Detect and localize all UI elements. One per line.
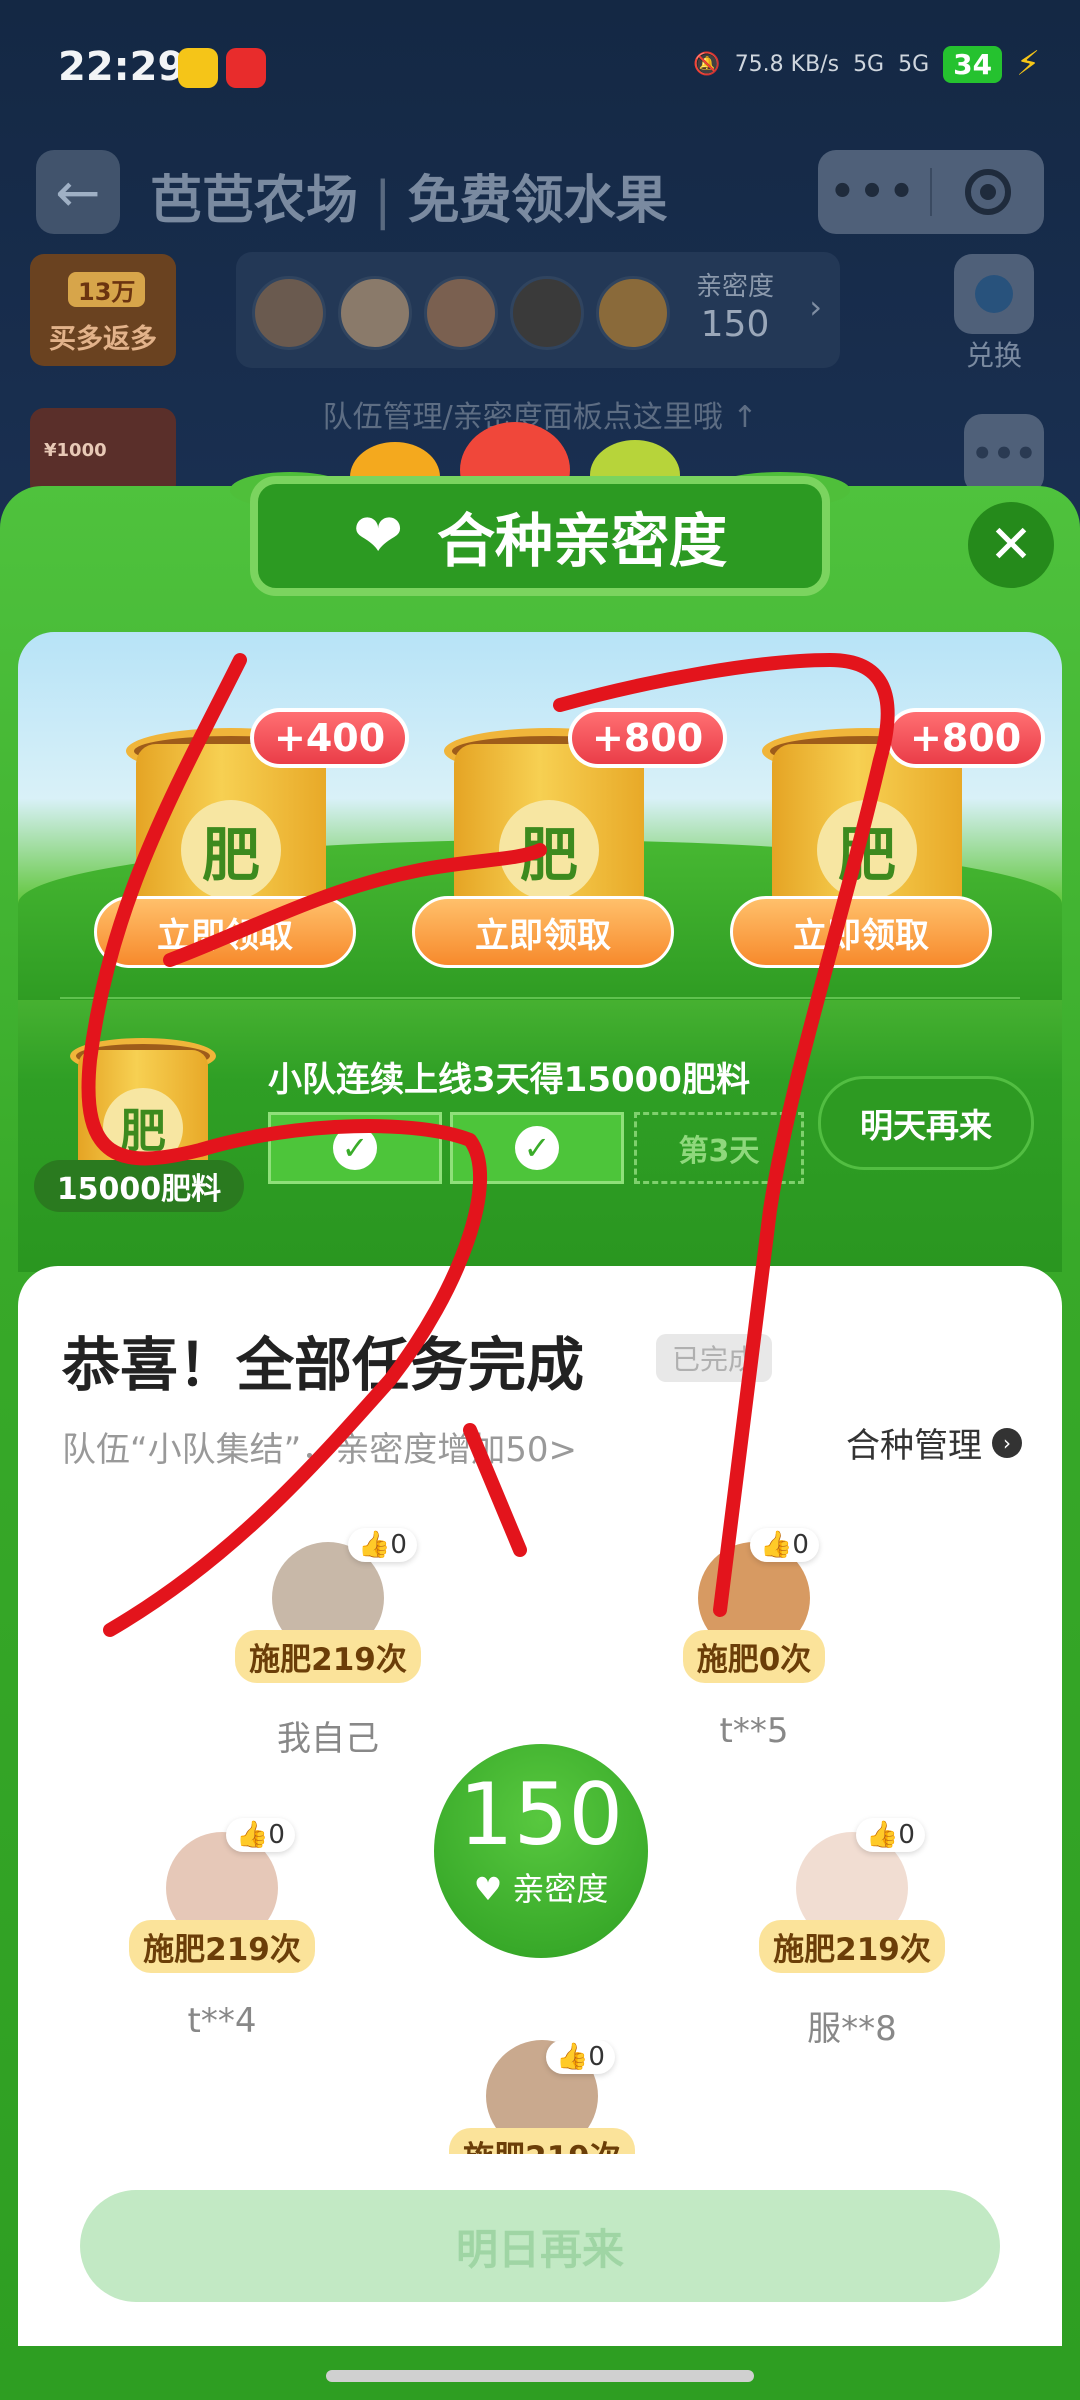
miniapp-capsule: ••• xyxy=(818,150,1044,234)
signal-2: 5G xyxy=(898,51,930,77)
fertilize-count: 施肥219次 xyxy=(449,2128,635,2154)
claim-button[interactable]: 立即领取 xyxy=(412,896,674,968)
intimacy-mini-label: 亲密度 xyxy=(696,272,775,302)
bonus-badge: +800 xyxy=(886,708,1046,768)
member-t5[interactable]: 👍0 施肥0次 t**5 xyxy=(654,1528,854,1751)
complete-title: 恭喜！全部任务完成 xyxy=(62,1331,585,1399)
check-icon: ✓ xyxy=(333,1126,377,1170)
home-indicator[interactable] xyxy=(326,2370,754,2382)
come-back-tomorrow-button[interactable]: 明天再来 xyxy=(818,1076,1034,1170)
intimacy-mini: 亲密度 150 xyxy=(696,272,774,346)
streak-title: 小队连续上线3天得15000肥料 xyxy=(268,1060,750,1100)
fertilizer-bucket-icon: 肥 xyxy=(103,1088,183,1168)
battery-icon: 34 xyxy=(943,45,1003,83)
intimacy-mini-value: 150 xyxy=(700,304,770,346)
thumbs-up-icon[interactable]: 👍0 xyxy=(348,1528,417,1562)
intimacy-value: 150 xyxy=(458,1765,624,1865)
reward-card-3: 肥 +800 立即领取 xyxy=(722,700,1046,970)
avatar xyxy=(510,276,584,350)
avatar xyxy=(596,276,670,350)
reward-card-1: 肥 +400 立即领取 xyxy=(86,700,410,970)
team-manage-link[interactable]: 合种管理 › xyxy=(846,1418,1022,1467)
netease-app-icon xyxy=(226,48,266,88)
team-intimacy-line[interactable]: 队伍“小队集结”，亲密度增加50> xyxy=(62,1422,577,1471)
fertilizer-bucket-icon: 肥 xyxy=(499,800,599,900)
member-fu8[interactable]: 👍0 施肥219次 服**8 xyxy=(752,1818,952,2050)
thumbs-up-icon[interactable]: 👍0 xyxy=(546,2040,615,2074)
fertilize-count: 施肥0次 xyxy=(682,1630,826,1683)
title-sub: 免费领水果 xyxy=(407,171,668,231)
member-name: t**4 xyxy=(187,2001,257,2041)
thumbs-up-icon[interactable]: 👍0 xyxy=(226,1818,295,1852)
member-t4[interactable]: 👍0 施肥219次 t**4 xyxy=(122,1818,322,2041)
title-main: 芭芭农场 xyxy=(150,171,359,231)
streak-amount: 15000肥料 xyxy=(34,1160,244,1212)
more-dots-icon[interactable]: ••• xyxy=(818,169,930,215)
fertilizer-bucket-icon: 肥 xyxy=(817,800,917,900)
intimacy-label: ♥ 亲密度 xyxy=(473,1870,609,1908)
bonus-badge: +800 xyxy=(568,708,728,768)
promo-1-amount: 13万 xyxy=(68,272,146,307)
target-icon[interactable] xyxy=(932,169,1044,215)
net-speed: 75.8 KB/s xyxy=(734,51,840,77)
claim-button[interactable]: 立即领取 xyxy=(94,896,356,968)
signal-1: 5G xyxy=(853,51,885,77)
heart-icon: ❤ xyxy=(352,501,404,571)
promo-card-1[interactable]: 13万 买多返多 xyxy=(30,254,176,366)
day-2-done: ✓ xyxy=(450,1112,624,1184)
back-arrow-icon[interactable]: ← xyxy=(36,150,120,234)
exchange-icon xyxy=(954,254,1034,334)
thumbs-up-icon[interactable]: 👍0 xyxy=(750,1528,819,1562)
weibo-app-icon xyxy=(178,48,218,88)
come-back-tomorrow-bottom-button[interactable]: 明日再来 xyxy=(80,2190,1000,2302)
member-name: 我自己 xyxy=(277,1719,379,1759)
completed-badge: 已完成 xyxy=(656,1334,773,1382)
status-right: 🔕 75.8 KB/s 5G 5G 34 ⚡ xyxy=(693,44,1040,84)
day-1-done: ✓ xyxy=(268,1112,442,1184)
bonus-badge: +400 xyxy=(250,708,410,768)
modal-title-text: 合种亲密度 xyxy=(436,507,727,575)
check-icon: ✓ xyxy=(515,1126,559,1170)
fertilize-count: 施肥219次 xyxy=(235,1630,421,1683)
exchange-button[interactable]: 兑换 xyxy=(944,254,1044,374)
avatar xyxy=(424,276,498,350)
claim-button[interactable]: 立即领取 xyxy=(730,896,992,968)
status-time: 22:29 xyxy=(58,44,186,90)
promo-2-amount: ¥1000 xyxy=(44,440,107,461)
modal-title: ❤ 合种亲密度 xyxy=(250,476,830,596)
member-name: 服**8 xyxy=(807,2009,897,2049)
fertilizer-bucket-icon: 肥 xyxy=(181,800,281,900)
divider xyxy=(60,997,1020,999)
close-icon[interactable]: ✕ xyxy=(968,502,1054,588)
chevron-right-icon: › xyxy=(809,288,822,326)
intimacy-score-circle: 150 ♥ 亲密度 xyxy=(434,1744,648,1958)
member-name: t**5 xyxy=(719,1711,789,1751)
exchange-label: 兑换 xyxy=(965,339,1022,372)
day-3-pending: 第3天 xyxy=(634,1112,804,1184)
chevron-right-icon: › xyxy=(992,1427,1022,1458)
page-title: 芭芭农场 | 免费领水果 xyxy=(150,171,668,231)
fertilize-count: 施肥219次 xyxy=(129,1920,315,1973)
promo-1-label: 买多返多 xyxy=(49,324,157,355)
manage-label: 合种管理 xyxy=(846,1426,982,1466)
team-avatar-bar[interactable]: 亲密度 150 › xyxy=(236,252,840,368)
charging-icon: ⚡ xyxy=(1016,44,1040,84)
mute-icon: 🔕 xyxy=(693,51,721,77)
reward-card-2: 肥 +800 立即领取 xyxy=(404,700,728,970)
member-self[interactable]: 👍0 施肥219次 我自己 xyxy=(228,1528,428,1760)
avatar xyxy=(338,276,412,350)
member-5[interactable]: 👍0 施肥219次 xyxy=(442,2040,642,2154)
avatar xyxy=(252,276,326,350)
thumbs-up-icon[interactable]: 👍0 xyxy=(856,1818,925,1852)
fertilize-count: 施肥219次 xyxy=(759,1920,945,1973)
